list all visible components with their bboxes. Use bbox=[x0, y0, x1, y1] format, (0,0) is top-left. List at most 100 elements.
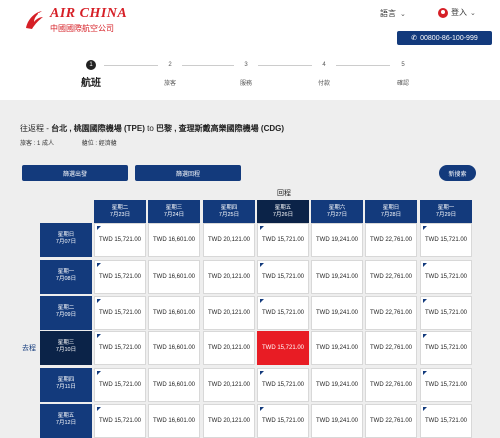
login-menu[interactable]: 登入 ⌄ bbox=[438, 7, 476, 18]
step-number: 4 bbox=[322, 62, 326, 68]
fare-cell[interactable]: TWD 15,721.00 bbox=[257, 223, 309, 257]
return-date-header[interactable]: 星期二 7月23日 bbox=[94, 200, 146, 223]
outbound-date-header[interactable]: 星期三 7月10日 bbox=[40, 331, 92, 365]
fare-cell[interactable]: TWD 16,601.00 bbox=[148, 223, 200, 257]
step-label: 旅客 bbox=[163, 81, 176, 87]
step-payment: 4 付款 bbox=[294, 60, 354, 87]
return-weekday: 星期五 bbox=[274, 205, 292, 211]
outbound-date-header[interactable]: 星期五 7月12日 bbox=[40, 404, 92, 438]
fare-cell[interactable]: TWD 19,241.00 bbox=[311, 368, 363, 402]
fare-cell[interactable]: TWD 20,121.00 bbox=[203, 260, 255, 294]
return-date: 7月25日 bbox=[218, 212, 240, 218]
fare-cell[interactable]: TWD 20,121.00 bbox=[203, 404, 255, 438]
user-icon bbox=[438, 7, 448, 18]
fare-cell[interactable]: TWD 20,121.00 bbox=[203, 223, 255, 257]
fare-cell[interactable]: TWD 16,601.00 bbox=[148, 296, 200, 330]
fare-cell[interactable]: TWD 22,761.00 bbox=[365, 368, 417, 402]
chevron-down-icon: ⌄ bbox=[400, 10, 406, 18]
fare-cell[interactable]: TWD 22,761.00 bbox=[365, 223, 417, 257]
fare-cell[interactable]: TWD 15,721.00 bbox=[420, 368, 472, 402]
fare-cell-selected[interactable]: TWD 15,721.00 bbox=[257, 331, 309, 365]
fare-cell[interactable]: TWD 15,721.00 bbox=[420, 296, 472, 330]
outbound-weekday: 星期一 bbox=[57, 269, 75, 275]
fare-cell[interactable]: TWD 15,721.00 bbox=[94, 223, 146, 257]
return-date-header[interactable]: 星期三 7月24日 bbox=[148, 200, 200, 223]
fare-cell[interactable]: TWD 19,241.00 bbox=[311, 296, 363, 330]
fare-cell[interactable]: TWD 19,241.00 bbox=[311, 223, 363, 257]
search-details: 旅客 : 1 成人 艙位 : 經濟艙 bbox=[20, 138, 143, 147]
fare-cell[interactable]: TWD 15,721.00 bbox=[420, 223, 472, 257]
step-confirmation: 5 確認 bbox=[373, 60, 433, 87]
air-china-logo[interactable]: AIR CHINA 中國國際航空公司 bbox=[22, 6, 127, 34]
route-summary: 往返程 - 台北 , 桃園國際機場 (TPE) to 巴黎 , 查理斯戴高樂國際… bbox=[20, 123, 284, 134]
step-label: 確認 bbox=[396, 81, 409, 87]
fare-cell[interactable]: TWD 16,601.00 bbox=[148, 260, 200, 294]
fare-cell[interactable]: TWD 15,721.00 bbox=[94, 368, 146, 402]
passenger-count: 旅客 : 1 成人 bbox=[20, 141, 55, 147]
site-header: AIR CHINA 中國國際航空公司 語言 ⌄ 登入 ⌄ ✆ 00800-86-… bbox=[0, 0, 500, 100]
return-date-header[interactable]: 星期一 7月29日 bbox=[420, 200, 472, 223]
return-date-header[interactable]: 星期四 7月25日 bbox=[203, 200, 255, 223]
language-selector[interactable]: 語言 ⌄ bbox=[380, 8, 406, 19]
fare-cell[interactable]: TWD 15,721.00 bbox=[420, 404, 472, 438]
fare-cell[interactable]: TWD 22,761.00 bbox=[365, 331, 417, 365]
phone-number: 00800-86-100-999 bbox=[420, 34, 478, 42]
fare-cell[interactable]: TWD 15,721.00 bbox=[94, 296, 146, 330]
return-weekday: 星期三 bbox=[165, 205, 183, 211]
filter-return-button[interactable]: 篩選回程 bbox=[135, 165, 241, 181]
fare-cell[interactable]: TWD 22,761.00 bbox=[365, 296, 417, 330]
fare-cell[interactable]: TWD 15,721.00 bbox=[420, 260, 472, 294]
fare-cell[interactable]: TWD 20,121.00 bbox=[203, 368, 255, 402]
brand-name-en: AIR CHINA bbox=[50, 6, 128, 21]
outbound-date-header[interactable]: 星期日 7月07日 bbox=[40, 223, 92, 257]
fare-cell[interactable]: TWD 19,241.00 bbox=[311, 260, 363, 294]
fare-cell[interactable]: TWD 22,761.00 bbox=[365, 260, 417, 294]
return-date: 7月26日 bbox=[272, 212, 294, 218]
step-number: 3 bbox=[244, 62, 248, 68]
outbound-date-header[interactable]: 星期一 7月08日 bbox=[40, 260, 92, 294]
fare-cell[interactable]: TWD 16,601.00 bbox=[148, 331, 200, 365]
step-services: 3 服務 bbox=[216, 60, 276, 87]
step-label: 付款 bbox=[317, 81, 330, 87]
phone-button[interactable]: ✆ 00800-86-100-999 bbox=[397, 31, 492, 45]
return-date: 7月28日 bbox=[380, 212, 402, 218]
fare-cell[interactable]: TWD 20,121.00 bbox=[203, 331, 255, 365]
outbound-weekday: 星期五 bbox=[57, 413, 75, 419]
outbound-date-header[interactable]: 星期二 7月09日 bbox=[40, 296, 92, 330]
fare-cell[interactable]: TWD 15,721.00 bbox=[94, 331, 146, 365]
fare-cell[interactable]: TWD 15,721.00 bbox=[257, 296, 309, 330]
outbound-date: 7月09日 bbox=[55, 312, 77, 318]
new-search-button[interactable]: 新搜索 bbox=[439, 165, 476, 181]
return-weekday: 星期六 bbox=[328, 205, 346, 211]
outbound-date: 7月08日 bbox=[55, 276, 77, 282]
fare-cell[interactable]: TWD 15,721.00 bbox=[420, 331, 472, 365]
return-date: 7月23日 bbox=[109, 212, 131, 218]
return-date: 7月29日 bbox=[435, 212, 457, 218]
fare-cell[interactable]: TWD 15,721.00 bbox=[94, 404, 146, 438]
fare-cell[interactable]: TWD 16,601.00 bbox=[148, 368, 200, 402]
fare-cell[interactable]: TWD 15,721.00 bbox=[94, 260, 146, 294]
phone-icon: ✆ bbox=[411, 35, 418, 42]
fare-cell[interactable]: TWD 15,721.00 bbox=[257, 260, 309, 294]
outbound-date: 7月11日 bbox=[56, 384, 76, 390]
fare-cell[interactable]: TWD 22,761.00 bbox=[365, 404, 417, 438]
return-date-header[interactable]: 星期六 7月27日 bbox=[311, 200, 363, 223]
filter-outbound-button[interactable]: 篩選出發 bbox=[22, 165, 128, 181]
return-date-header[interactable]: 星期日 7月28日 bbox=[365, 200, 417, 223]
brand-name-cn: 中國國際航空公司 bbox=[50, 24, 114, 33]
outbound-date-header[interactable]: 星期四 7月11日 bbox=[40, 368, 92, 402]
outbound-label: 去程 bbox=[22, 345, 36, 352]
fare-cell[interactable]: TWD 19,241.00 bbox=[311, 404, 363, 438]
fare-cell[interactable]: TWD 15,721.00 bbox=[257, 404, 309, 438]
outbound-weekday: 星期二 bbox=[57, 305, 75, 311]
booking-steps: 1 航班 2 旅客 3 服務 4 付款 5 確認 bbox=[0, 58, 500, 92]
fare-cell[interactable]: TWD 15,721.00 bbox=[257, 368, 309, 402]
outbound-weekday: 星期三 bbox=[57, 340, 75, 346]
return-weekday: 星期日 bbox=[382, 205, 400, 211]
fare-cell[interactable]: TWD 16,601.00 bbox=[148, 404, 200, 438]
fare-cell[interactable]: TWD 19,241.00 bbox=[311, 331, 363, 365]
fare-cell[interactable]: TWD 20,121.00 bbox=[203, 296, 255, 330]
route-to: to bbox=[144, 124, 157, 133]
return-date-header[interactable]: 星期五 7月26日 bbox=[257, 200, 309, 223]
origin: 台北 , 桃園國際機場 (TPE) bbox=[51, 124, 145, 133]
